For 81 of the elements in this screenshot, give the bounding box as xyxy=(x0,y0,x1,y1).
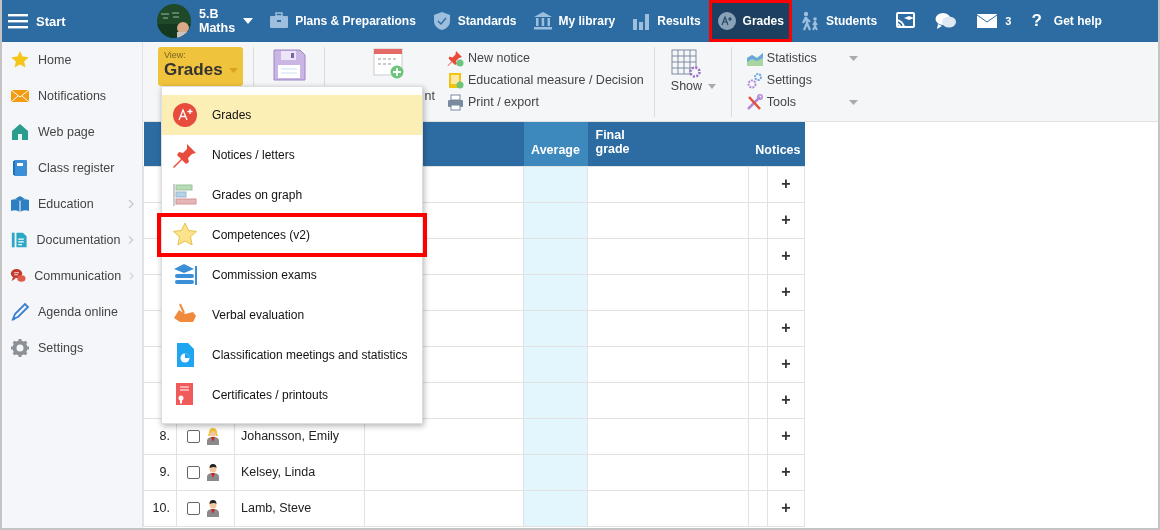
calendar-icon xyxy=(373,47,405,79)
sidebar-item[interactable]: Web page xyxy=(2,114,142,150)
document-icon xyxy=(447,71,464,89)
subject-name: Maths xyxy=(199,21,236,35)
student-name: Lamb, Steve xyxy=(241,501,312,515)
column-header: Notices xyxy=(748,122,805,166)
checkbox[interactable] xyxy=(187,501,200,515)
nav-tab[interactable]: Standards xyxy=(423,0,525,42)
row-number: 8. xyxy=(159,429,170,443)
sidebar-item[interactable]: Home xyxy=(2,42,142,78)
envelope-icon xyxy=(977,14,998,28)
tools-icon xyxy=(745,93,763,111)
house-icon xyxy=(10,122,30,142)
row-number: 10. xyxy=(152,501,170,515)
nav-tab[interactable]: Plans & Preparations xyxy=(261,0,424,42)
toolbar-action[interactable]: Print / export xyxy=(447,93,644,111)
student-name: Kelsey, Linda xyxy=(241,465,316,479)
printer-icon xyxy=(447,93,464,111)
graduation-cap-icon xyxy=(172,262,198,288)
open-book-icon xyxy=(10,194,30,214)
caret-icon xyxy=(708,83,717,89)
sidebar-item[interactable]: Education xyxy=(2,186,142,222)
sidebar-item[interactable]: Settings xyxy=(2,330,142,366)
checkbox[interactable] xyxy=(187,465,200,479)
document-icon xyxy=(10,230,29,250)
menu-item[interactable]: Certificates / printouts xyxy=(162,375,422,415)
toolbar-action[interactable]: New notice xyxy=(447,49,644,67)
show-button[interactable]: Show xyxy=(664,47,721,93)
briefcase-icon xyxy=(269,11,290,31)
help-button[interactable]: ? Get help xyxy=(1021,0,1112,42)
menu-item[interactable]: Grades on graph xyxy=(162,175,422,215)
grid-icon xyxy=(670,49,701,79)
bar-chart-icon xyxy=(631,11,652,31)
pushpin-icon xyxy=(172,142,198,168)
sidebar-item[interactable]: Communication xyxy=(2,258,142,294)
button-label: nt xyxy=(424,89,435,103)
student-name: Johansson, Emily xyxy=(241,429,339,443)
walking-people-icon xyxy=(799,11,820,31)
cast-icon xyxy=(895,12,916,30)
caret-icon xyxy=(228,67,238,73)
gear-icon xyxy=(10,338,30,358)
menu-icon xyxy=(8,13,28,29)
star-icon xyxy=(172,222,198,248)
toolbar-menu-item[interactable]: Settings xyxy=(745,71,858,89)
nav-tab[interactable]: Results xyxy=(623,0,709,42)
class-selector[interactable]: 5.B Maths xyxy=(141,0,262,42)
toolbar-menu-item[interactable]: Statistics xyxy=(745,49,858,67)
grade-icon xyxy=(172,102,198,128)
sidebar-item[interactable]: Notifications xyxy=(2,78,142,114)
bar-graph-icon xyxy=(172,182,198,208)
star-icon xyxy=(10,50,30,70)
column-header: Average xyxy=(523,122,588,166)
menu-item[interactable]: Competences (v2) xyxy=(159,215,425,255)
caret-icon xyxy=(243,18,254,24)
view-dropdown[interactable]: View: Grades xyxy=(158,47,243,86)
chat-icon xyxy=(935,12,958,30)
messages-button[interactable]: 3 xyxy=(967,0,1022,42)
toolbar-menu-item[interactable]: Tools xyxy=(745,93,858,111)
pen-icon xyxy=(10,302,30,322)
shield-icon xyxy=(431,11,452,31)
menu-item[interactable]: Grades xyxy=(162,95,422,135)
building-icon xyxy=(532,11,553,31)
menu-item[interactable]: Commission exams xyxy=(162,255,422,295)
nav-tab[interactable]: My library xyxy=(524,0,624,42)
sidebar-item[interactable]: Documentation xyxy=(2,222,142,258)
menu-item[interactable]: Notices / letters xyxy=(162,135,422,175)
start-menu-button[interactable]: Start xyxy=(2,0,141,42)
menu-item[interactable]: Verbal evaluation xyxy=(162,295,422,335)
pushpin-icon xyxy=(447,49,464,67)
row-number: 9. xyxy=(159,465,170,479)
nav-tab[interactable]: Students xyxy=(791,0,886,42)
menu-item[interactable]: Classification meetings and statistics xyxy=(162,335,422,375)
nav-tab[interactable]: Grades xyxy=(708,0,792,42)
sidebar-item[interactable]: Class register xyxy=(2,150,142,186)
class-name: 5.B xyxy=(199,7,220,21)
toolbar-action[interactable]: Educational measure / Decision xyxy=(447,71,644,89)
column-header: Final grade xyxy=(587,122,749,166)
checkbox[interactable] xyxy=(187,429,200,443)
sidebar-item[interactable]: Agenda online xyxy=(2,294,142,330)
grade-icon xyxy=(716,11,737,31)
notebook-icon xyxy=(10,158,30,178)
